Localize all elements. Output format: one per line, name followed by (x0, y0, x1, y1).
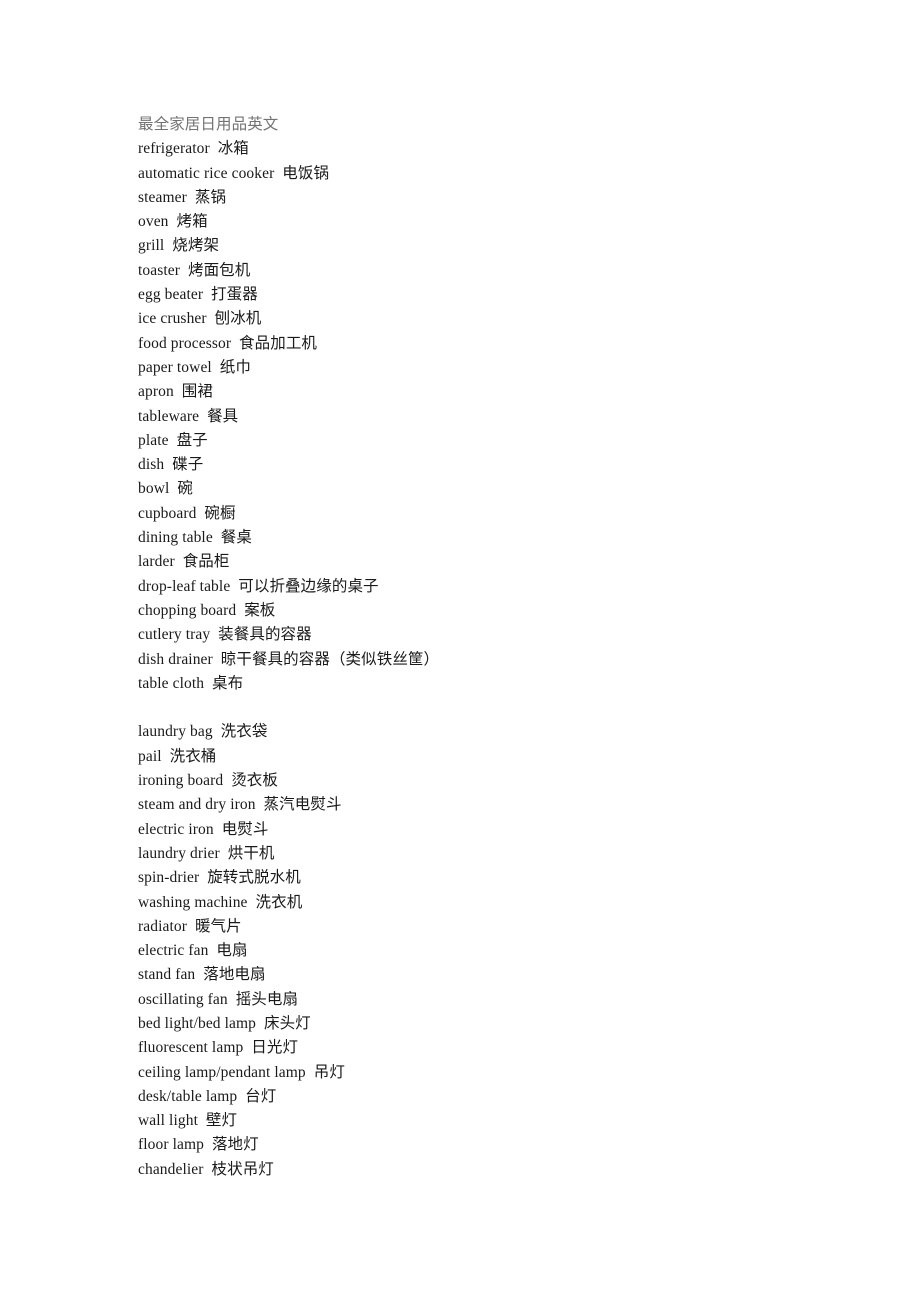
vocab-line: steamer 蒸锅 (138, 188, 227, 206)
vocab-line: automatic rice cooker 电饭锅 (138, 164, 330, 182)
vocab-line: drop-leaf table 可以折叠边缘的桌子 (138, 577, 379, 595)
vocab-line: laundry drier 烘干机 (138, 844, 275, 862)
vocab-line: grill 烧烤架 (138, 237, 220, 255)
vocab-line: dining table 餐桌 (138, 529, 252, 547)
vocab-line: floor lamp 落地灯 (138, 1136, 259, 1154)
vocab-line: ceiling lamp/pendant lamp 吊灯 (138, 1063, 345, 1081)
vocab-line: ironing board 烫衣板 (138, 772, 278, 790)
vocab-line: ice crusher 刨冰机 (138, 310, 262, 328)
vocab-line: wall light 壁灯 (138, 1112, 238, 1130)
vocab-line: chopping board 案板 (138, 601, 276, 619)
vocab-line: plate 盘子 (138, 431, 208, 449)
vocab-line: bed light/bed lamp 床头灯 (138, 1014, 311, 1032)
vocab-line: electric iron 电熨斗 (138, 820, 269, 838)
vocab-line: radiator 暖气片 (138, 917, 242, 935)
vocab-line: chandelier 枝状吊灯 (138, 1160, 274, 1178)
vocab-line: oven 烤箱 (138, 213, 208, 231)
vocab-line: cupboard 碗橱 (138, 504, 236, 522)
vocab-line: tableware 餐具 (138, 407, 239, 425)
vocab-section-laundry-and-lighting: laundry bag 洗衣袋 pail 洗衣桶 ironing board 烫… (138, 720, 838, 1182)
vocab-line: pail 洗衣桶 (138, 747, 217, 765)
vocab-line: steam and dry iron 蒸汽电熨斗 (138, 796, 342, 814)
vocab-line: dish drainer 晾干餐具的容器（类似铁丝筐） (138, 650, 440, 668)
vocab-line: bowl 碗 (138, 480, 193, 498)
document-body: 最全家居日用品英文 refrigerator 冰箱 automatic rice… (138, 113, 838, 1182)
vocab-line: oscillating fan 摇头电扇 (138, 990, 299, 1008)
vocab-line: refrigerator 冰箱 (138, 140, 249, 158)
vocab-line: table cloth 桌布 (138, 674, 244, 692)
vocab-line: egg beater 打蛋器 (138, 286, 258, 304)
vocab-line: cutlery tray 装餐具的容器 (138, 626, 312, 644)
document-page: 最全家居日用品英文 refrigerator 冰箱 automatic rice… (0, 0, 920, 1302)
vocab-line: spin-drier 旋转式脱水机 (138, 869, 301, 887)
vocab-line: desk/table lamp 台灯 (138, 1087, 277, 1105)
vocab-line: toaster 烤面包机 (138, 261, 251, 279)
vocab-line: fluorescent lamp 日光灯 (138, 1039, 299, 1057)
vocab-line: stand fan 落地电扇 (138, 966, 266, 984)
document-title: 最全家居日用品英文 (138, 116, 279, 133)
vocab-line: washing machine 洗衣机 (138, 893, 303, 911)
vocab-line: apron 围裙 (138, 383, 213, 401)
vocab-line: larder 食品柜 (138, 553, 230, 571)
vocab-section-kitchen-and-dining: refrigerator 冰箱 automatic rice cooker 电饭… (138, 137, 838, 696)
vocab-line: dish 碟子 (138, 456, 204, 474)
vocab-line: paper towel 纸巾 (138, 358, 251, 376)
section-separator-blank-line (138, 696, 838, 720)
vocab-line: food processor 食品加工机 (138, 334, 318, 352)
vocab-line: electric fan 电扇 (138, 942, 248, 960)
vocab-line: laundry bag 洗衣袋 (138, 723, 268, 741)
